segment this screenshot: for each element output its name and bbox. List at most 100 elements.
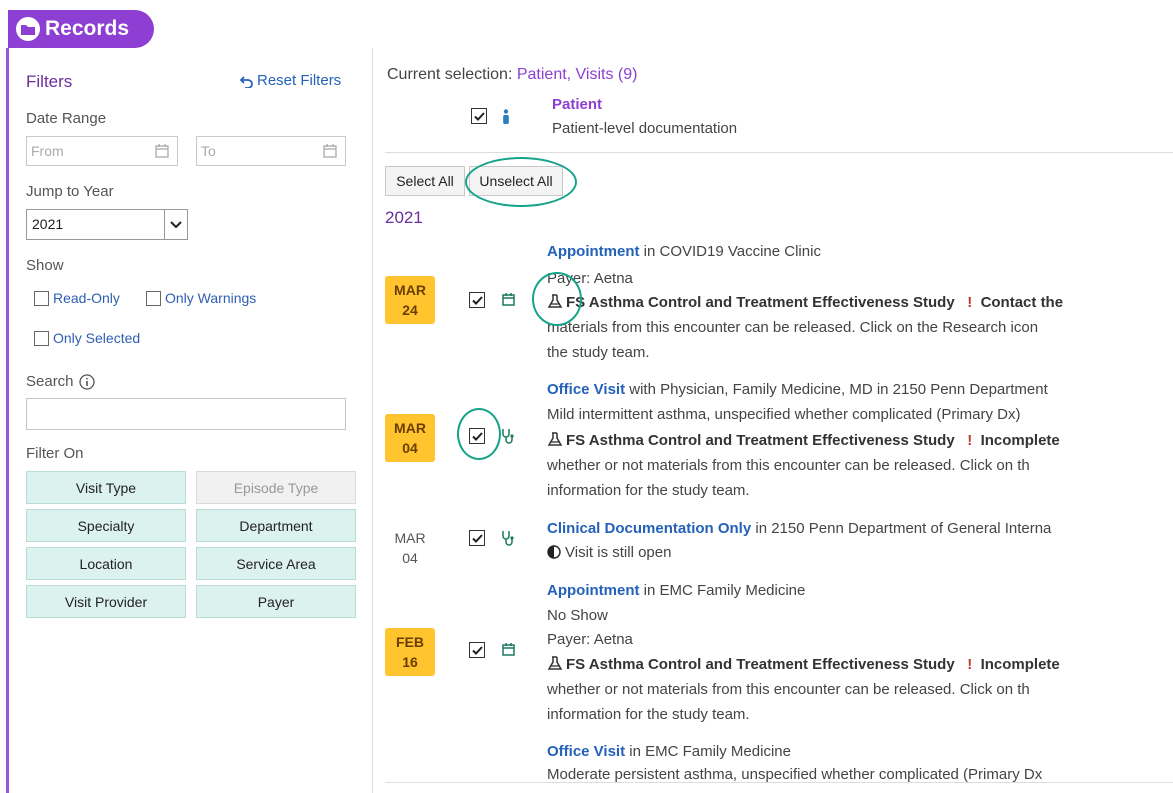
encounter-location: in EMC Family Medicine — [639, 582, 806, 599]
date-day: 04 — [402, 550, 418, 566]
records-title: Records — [45, 17, 130, 40]
current-selection-label: Current selection: — [387, 66, 513, 83]
encounter-type-link[interactable]: Appointment — [547, 582, 639, 599]
undo-icon — [240, 75, 253, 88]
warning-icon: ! — [967, 432, 973, 449]
date-from-field[interactable]: From — [26, 136, 178, 166]
date-badge: MAR 24 — [385, 276, 435, 324]
warning-icon: ! — [967, 294, 973, 311]
date-month: FEB — [396, 634, 424, 650]
diagnosis-text: Mild intermittent asthma, unspecified wh… — [547, 406, 1021, 423]
visit-status-text: Visit is still open — [565, 544, 672, 561]
search-label-row: Search — [26, 373, 95, 390]
reset-filters-link[interactable]: Reset Filters — [240, 72, 341, 89]
payer-button[interactable]: Payer — [196, 585, 356, 618]
study-detail-1: materials from this encounter can be rel… — [547, 319, 1039, 336]
divider — [385, 152, 1173, 153]
visit-provider-button[interactable]: Visit Provider — [26, 585, 186, 618]
encounter-title[interactable]: Appointment in COVID19 Vaccine Clinic — [547, 243, 821, 260]
research-icon[interactable] — [547, 432, 563, 447]
date-label: MAR 04 — [385, 524, 435, 572]
study-line: FS Asthma Control and Treatment Effectiv… — [547, 432, 1060, 449]
study-name: FS Asthma Control and Treatment Effectiv… — [566, 432, 955, 449]
encounter-checkbox[interactable] — [469, 428, 485, 444]
info-icon[interactable] — [78, 373, 95, 390]
stethoscope-icon — [502, 429, 514, 444]
only-warnings-checkbox[interactable]: Only Warnings — [146, 290, 256, 306]
reset-filters-label: Reset Filters — [257, 72, 342, 89]
study-detail-2: the study team. — [547, 344, 650, 361]
chevron-down-icon[interactable] — [164, 210, 187, 239]
warning-text: Incomplete — [980, 432, 1060, 449]
encounter-type-link[interactable]: Office Visit — [547, 743, 625, 760]
patient-title[interactable]: Patient — [552, 96, 602, 113]
show-label: Show — [26, 257, 64, 274]
date-month: MAR — [394, 420, 426, 436]
panel-divider — [372, 48, 373, 793]
study-detail-1: whether or not materials from this encou… — [547, 457, 1030, 474]
encounter-title[interactable]: Office Visit in EMC Family Medicine — [547, 743, 791, 760]
study-detail-2: information for the study team. — [547, 482, 750, 499]
date-from-placeholder: From — [31, 143, 64, 159]
study-line: FS Asthma Control and Treatment Effectiv… — [547, 656, 1060, 673]
department-button[interactable]: Department — [196, 509, 356, 542]
search-input[interactable] — [26, 398, 346, 430]
encounter-title[interactable]: Appointment in EMC Family Medicine — [547, 582, 805, 599]
unselect-all-button[interactable]: Unselect All — [469, 166, 563, 196]
encounter-checkbox[interactable] — [469, 292, 485, 308]
research-icon[interactable] — [547, 294, 563, 309]
visit-type-button[interactable]: Visit Type — [26, 471, 186, 504]
study-line: FS Asthma Control and Treatment Effectiv… — [547, 294, 1063, 311]
encounter-location: in 2150 Penn Department of General Inter… — [751, 520, 1052, 537]
date-month: MAR — [394, 282, 426, 298]
specialty-button[interactable]: Specialty — [26, 509, 186, 542]
encounter-checkbox[interactable] — [469, 530, 485, 546]
person-icon — [503, 109, 509, 124]
records-tab[interactable]: Records — [8, 10, 154, 48]
calendar-icon[interactable] — [155, 143, 169, 158]
records-list: Current selection: Patient, Visits (9) P… — [385, 0, 1173, 793]
read-only-checkbox[interactable]: Read-Only — [34, 290, 120, 306]
encounter-title[interactable]: Office Visit with Physician, Family Medi… — [547, 381, 1048, 398]
read-only-label: Read-Only — [53, 290, 120, 306]
year-select-value: 2021 — [32, 216, 64, 232]
warning-icon: ! — [967, 656, 973, 673]
encounter-location: in COVID19 Vaccine Clinic — [639, 243, 821, 260]
encounter-location: with Physician, Family Medicine, MD in 2… — [625, 381, 1048, 398]
location-button[interactable]: Location — [26, 547, 186, 580]
select-all-button[interactable]: Select All — [385, 166, 465, 196]
research-icon[interactable] — [547, 656, 563, 671]
date-to-field[interactable]: To — [196, 136, 346, 166]
calendar-icon[interactable] — [323, 143, 337, 158]
patient-checkbox[interactable] — [471, 108, 487, 124]
search-label: Search — [26, 373, 74, 390]
encounter-type-link[interactable]: Clinical Documentation Only — [547, 520, 751, 537]
encounter-location: in EMC Family Medicine — [625, 743, 791, 760]
episode-type-button[interactable]: Episode Type — [196, 471, 356, 504]
patient-description: Patient-level documentation — [552, 120, 738, 137]
date-day: 04 — [402, 440, 418, 456]
date-badge: FEB 16 — [385, 628, 435, 676]
encounter-checkbox[interactable] — [469, 642, 485, 658]
only-selected-checkbox[interactable]: Only Selected — [34, 330, 140, 346]
study-detail-1: whether or not materials from this encou… — [547, 681, 1030, 698]
checkbox-icon[interactable] — [34, 290, 49, 306]
year-select[interactable]: 2021 — [26, 209, 188, 240]
checkbox-icon[interactable] — [34, 330, 49, 346]
filters-title: Filters — [26, 72, 73, 91]
current-selection: Current selection: Patient, Visits (9) — [387, 66, 637, 84]
year-heading: 2021 — [385, 208, 423, 227]
study-detail-2: information for the study team. — [547, 706, 750, 723]
encounter-type-link[interactable]: Office Visit — [547, 381, 625, 398]
encounter-type-link[interactable]: Appointment — [547, 243, 639, 260]
date-month: MAR — [394, 530, 426, 546]
folder-icon — [16, 17, 40, 41]
checkbox-icon[interactable] — [146, 290, 161, 306]
filter-on-label: Filter On — [26, 445, 84, 462]
left-rail — [6, 48, 9, 793]
encounter-title[interactable]: Clinical Documentation Only in 2150 Penn… — [547, 520, 1051, 537]
half-circle-icon — [547, 545, 561, 559]
warning-text: Contact the — [980, 294, 1064, 311]
current-selection-value: Patient, Visits (9) — [516, 66, 638, 83]
service-area-button[interactable]: Service Area — [196, 547, 356, 580]
